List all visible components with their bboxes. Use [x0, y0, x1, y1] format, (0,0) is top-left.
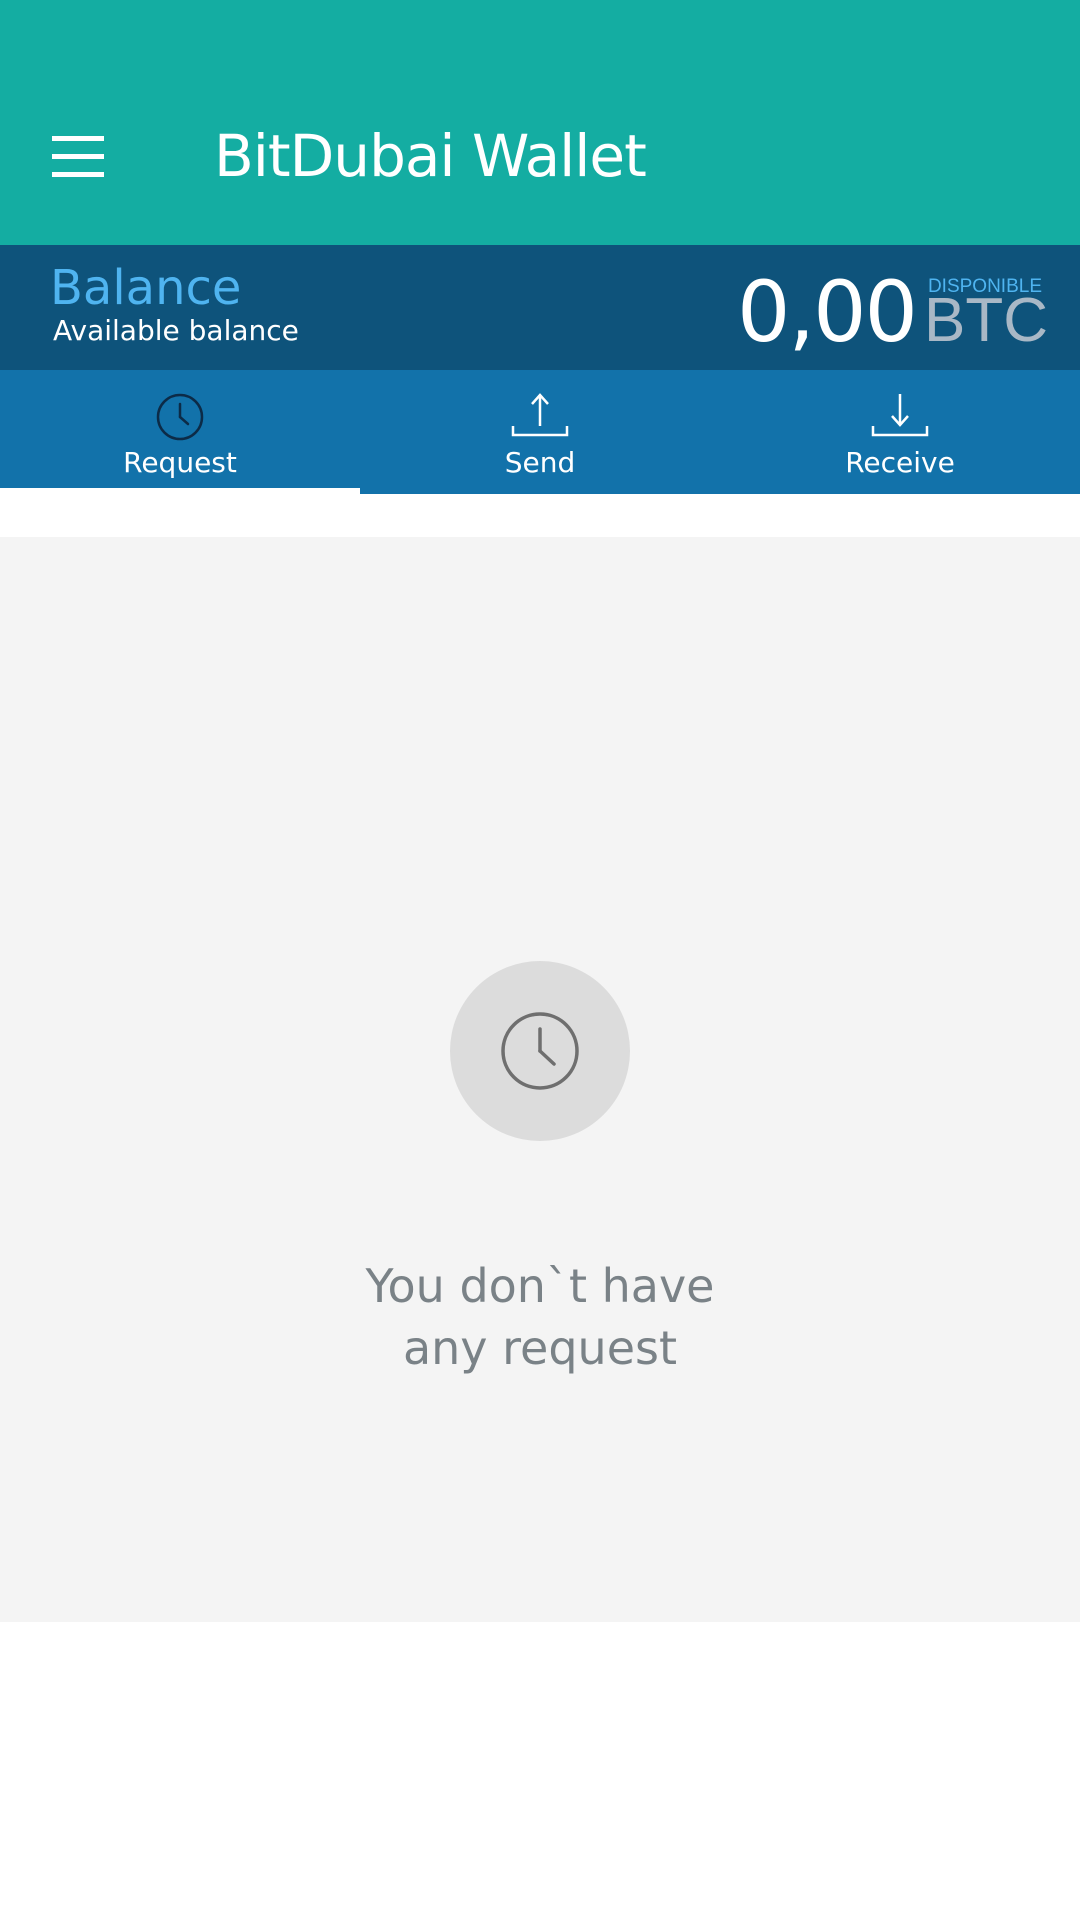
empty-state-message: You don`t have any request — [0, 1255, 1080, 1379]
download-icon — [871, 394, 929, 437]
empty-state-badge — [450, 961, 630, 1141]
balance-subtitle: Available balance — [53, 314, 299, 347]
clock-icon — [501, 1012, 579, 1090]
balance-amount: 0,00 — [736, 263, 918, 361]
upload-icon — [511, 393, 569, 437]
tab-request[interactable]: Request — [0, 370, 360, 494]
selected-tab-indicator — [0, 488, 360, 494]
tab-send[interactable]: Send — [360, 370, 720, 494]
tab-receive-label: Receive — [845, 446, 955, 479]
menu-icon — [52, 136, 104, 177]
wallet-screen: BitDubai Wallet Balance Available balanc… — [0, 0, 1080, 1920]
empty-state-line-2: any request — [402, 1321, 678, 1375]
app-title: BitDubai Wallet — [214, 122, 647, 190]
menu-button[interactable] — [40, 128, 118, 190]
balance-currency: BTC — [924, 286, 1048, 355]
empty-state-line-1: You don`t have — [365, 1259, 715, 1313]
tab-request-label: Request — [123, 446, 237, 479]
clock-icon — [156, 393, 204, 441]
tab-send-label: Send — [504, 446, 576, 479]
tab-receive[interactable]: Receive — [720, 370, 1080, 494]
balance-title: Balance — [50, 260, 242, 316]
